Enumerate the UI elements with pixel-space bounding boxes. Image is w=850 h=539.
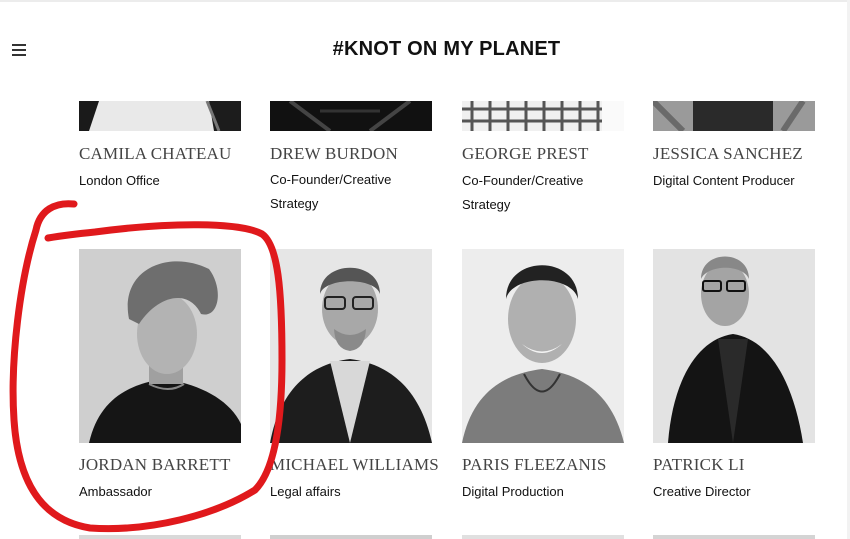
team-photo[interactable] <box>462 249 624 443</box>
team-name[interactable]: JESSICA SANCHEZ <box>653 144 803 164</box>
team-name[interactable]: CAMILA CHATEAU <box>79 144 232 164</box>
team-role: Digital Content Producer <box>653 173 795 188</box>
team-name[interactable]: MICHAEL WILLIAMS <box>270 455 439 475</box>
team-photo[interactable] <box>653 101 815 131</box>
team-role: London Office <box>79 173 160 188</box>
site-logo[interactable]: #KNOT ON MY PLANET <box>0 38 850 61</box>
team-photo[interactable] <box>270 101 432 131</box>
team-name[interactable]: JORDAN BARRETT <box>79 455 231 475</box>
team-photo-row3-2[interactable] <box>270 535 432 539</box>
top-divider <box>0 0 850 2</box>
team-role: Co-Founder/Creative Strategy <box>462 173 584 212</box>
team-name[interactable]: PATRICK LI <box>653 455 745 475</box>
team-role: Co-Founder/Creative Strategy <box>270 172 392 211</box>
team-photo-row3-1[interactable] <box>79 535 241 539</box>
team-name[interactable]: GEORGE PREST <box>462 144 589 164</box>
team-role: Legal affairs <box>270 484 341 499</box>
team-role: Creative Director <box>653 484 751 499</box>
team-photo[interactable] <box>270 249 432 443</box>
team-role: Digital Production <box>462 484 564 499</box>
team-photo[interactable] <box>79 249 241 443</box>
team-name[interactable]: PARIS FLEEZANIS <box>462 455 607 475</box>
team-name[interactable]: DREW BURDON <box>270 144 398 164</box>
team-photo[interactable] <box>79 101 241 131</box>
team-photo[interactable] <box>653 249 815 443</box>
team-photo-row3-4[interactable] <box>653 535 815 539</box>
team-photo-row3-3[interactable] <box>462 535 624 539</box>
team-role: Ambassador <box>79 484 152 499</box>
team-photo[interactable] <box>462 101 624 131</box>
